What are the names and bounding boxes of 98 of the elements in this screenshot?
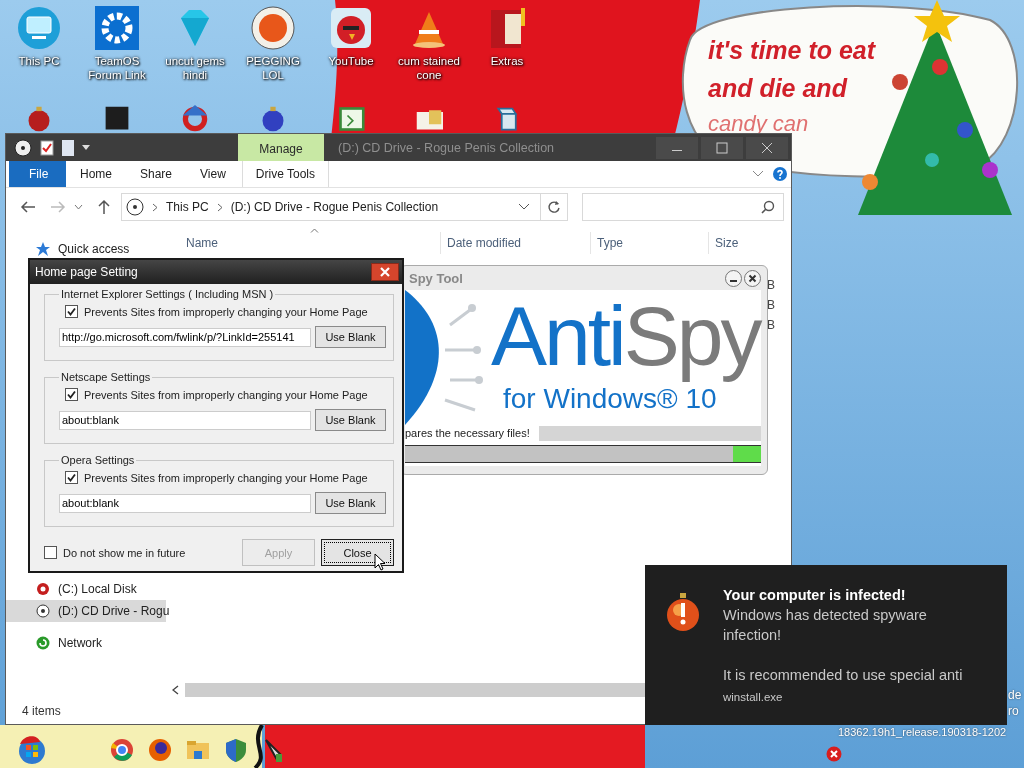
- window-title: Home page Setting: [35, 265, 138, 279]
- ring-icon[interactable]: [181, 105, 209, 133]
- code-file-icon[interactable]: [337, 105, 365, 133]
- group-title: Netscape Settings: [60, 371, 152, 383]
- checkbox[interactable]: [44, 546, 57, 559]
- sidebar-item[interactable]: Quick access: [6, 242, 166, 256]
- icon-label[interactable]: Extras: [490, 54, 524, 68]
- chevron-right-icon[interactable]: [152, 202, 158, 212]
- size-cell-text: B: [767, 298, 775, 314]
- search-icon: [761, 200, 775, 214]
- notification-text: Windows has detected spyware infection!: [723, 606, 928, 645]
- context-tab[interactable]: Manage: [238, 134, 324, 161]
- check-icon: [67, 390, 76, 399]
- globe-icon[interactable]: [146, 736, 174, 764]
- chevron-down-icon[interactable]: [74, 204, 83, 210]
- ribbon-tab[interactable]: Share: [126, 161, 187, 187]
- address-bar[interactable]: This PC (D:) CD Drive - Rogue Penis Collection: [121, 193, 541, 221]
- checkbox-label[interactable]: Prevents Sites from improperly changing your Home Page: [84, 471, 368, 484]
- column-header[interactable]: Name: [186, 236, 218, 250]
- caret-icon[interactable]: [82, 144, 90, 151]
- chevron-down-icon[interactable]: [518, 203, 530, 211]
- gear-icon[interactable]: [95, 6, 139, 50]
- error-icon: [826, 746, 842, 762]
- breadcrumb-item[interactable]: (D:) CD Drive - Rogue Penis Collection: [230, 200, 439, 214]
- use-blank-button[interactable]: Use Blank: [315, 326, 386, 348]
- start-orb-icon[interactable]: [18, 736, 46, 764]
- column-header[interactable]: Date modified: [447, 236, 522, 250]
- close-icon: [380, 267, 390, 277]
- notification-title: Your computer is infected!: [723, 586, 907, 605]
- status-text: 4 items: [22, 704, 61, 718]
- refresh-icon: [547, 200, 561, 214]
- speech-text: it's time to eat: [708, 36, 876, 64]
- ribbon-tab[interactable]: File: [9, 161, 66, 187]
- notification-text: It is recommended to use special anti: [723, 666, 963, 685]
- cd-icon: [36, 604, 50, 618]
- checkbox[interactable]: [65, 471, 78, 484]
- group-title: Internet Explorer Settings ( Including MSN ): [60, 288, 275, 300]
- size-cell-text: B: [767, 278, 775, 294]
- desktop-text: ro: [1008, 704, 1019, 718]
- use-blank-button[interactable]: Use Blank: [315, 492, 386, 514]
- search-field[interactable]: [582, 193, 784, 221]
- group-title: Opera Settings: [60, 454, 136, 466]
- sidebar-item[interactable]: Network: [6, 632, 166, 654]
- ribbon-tab[interactable]: Drive Tools: [241, 161, 329, 187]
- maximize-button[interactable]: [701, 136, 743, 159]
- notification-source: winstall.exe: [723, 691, 784, 703]
- ribbon-tab[interactable]: Home: [66, 161, 126, 187]
- close-button[interactable]: [744, 269, 761, 287]
- sidebar-item[interactable]: (C:) Local Disk: [6, 578, 166, 600]
- checkbox[interactable]: [65, 305, 78, 318]
- url-field[interactable]: about:blank: [59, 493, 311, 513]
- disk-icon: [36, 582, 50, 596]
- speech-text: candy can: [708, 112, 810, 136]
- chevron-down-icon[interactable]: [752, 170, 764, 178]
- cd-icon: [126, 198, 144, 216]
- logo-subtitle: for Windows® 10: [503, 382, 718, 416]
- desktop-text: de: [1008, 688, 1022, 702]
- monitor-icon[interactable]: [17, 6, 61, 50]
- checklist-icon[interactable]: [40, 139, 54, 156]
- refresh-button[interactable]: [540, 193, 568, 221]
- chevron-right-icon[interactable]: [216, 202, 223, 212]
- check-icon: [67, 473, 76, 482]
- close-button[interactable]: [746, 136, 788, 159]
- checkbox-label[interactable]: Do not show me in future: [63, 546, 186, 559]
- star-icon: [36, 242, 50, 256]
- warning-ornament-icon: [665, 593, 701, 633]
- help-icon[interactable]: [773, 167, 787, 181]
- bird-icon[interactable]: [329, 6, 373, 50]
- close-button[interactable]: Close: [321, 539, 394, 566]
- size-cell-text: B: [767, 318, 775, 334]
- column-header[interactable]: Type: [597, 236, 623, 250]
- cursor-icon: [374, 553, 386, 571]
- minimize-button[interactable]: [725, 269, 742, 287]
- use-blank-button[interactable]: Use Blank: [315, 409, 386, 431]
- checkbox-label[interactable]: Prevents Sites from improperly changing your Home Page: [84, 305, 368, 318]
- logo-text: AntiSpy: [491, 290, 760, 382]
- up-arrow-icon[interactable]: [97, 199, 111, 215]
- back-icon[interactable]: [20, 200, 36, 214]
- window-title: (D:) CD Drive - Rogue Penis Collection: [338, 140, 555, 155]
- url-field[interactable]: about:blank: [59, 410, 311, 430]
- speech-text: and die and: [708, 74, 849, 102]
- checkbox[interactable]: [65, 388, 78, 401]
- check-icon: [67, 307, 76, 316]
- window-title: Spy Tool: [409, 270, 463, 286]
- document-icon[interactable]: [62, 139, 74, 156]
- icon-label[interactable]: cum stained cone: [390, 54, 468, 82]
- scroll-left-icon[interactable]: [172, 685, 179, 695]
- cd-icon[interactable]: [14, 138, 32, 157]
- close-button[interactable]: [371, 263, 399, 281]
- column-header[interactable]: Size: [715, 236, 739, 250]
- app-logo-icon[interactable]: [251, 6, 295, 50]
- desktop-text: 18362.19h1_release.190318-1202: [838, 726, 1007, 738]
- checkbox-label[interactable]: Prevents Sites from improperly changing your Home Page: [84, 388, 368, 401]
- browser-icon[interactable]: [108, 736, 136, 764]
- ribbon-tab[interactable]: View: [186, 161, 240, 187]
- url-field[interactable]: http://go.microsoft.com/fwlink/p/?LinkId=255141: [59, 327, 311, 347]
- breadcrumb-item[interactable]: This PC: [166, 200, 209, 214]
- network-icon: [36, 636, 50, 650]
